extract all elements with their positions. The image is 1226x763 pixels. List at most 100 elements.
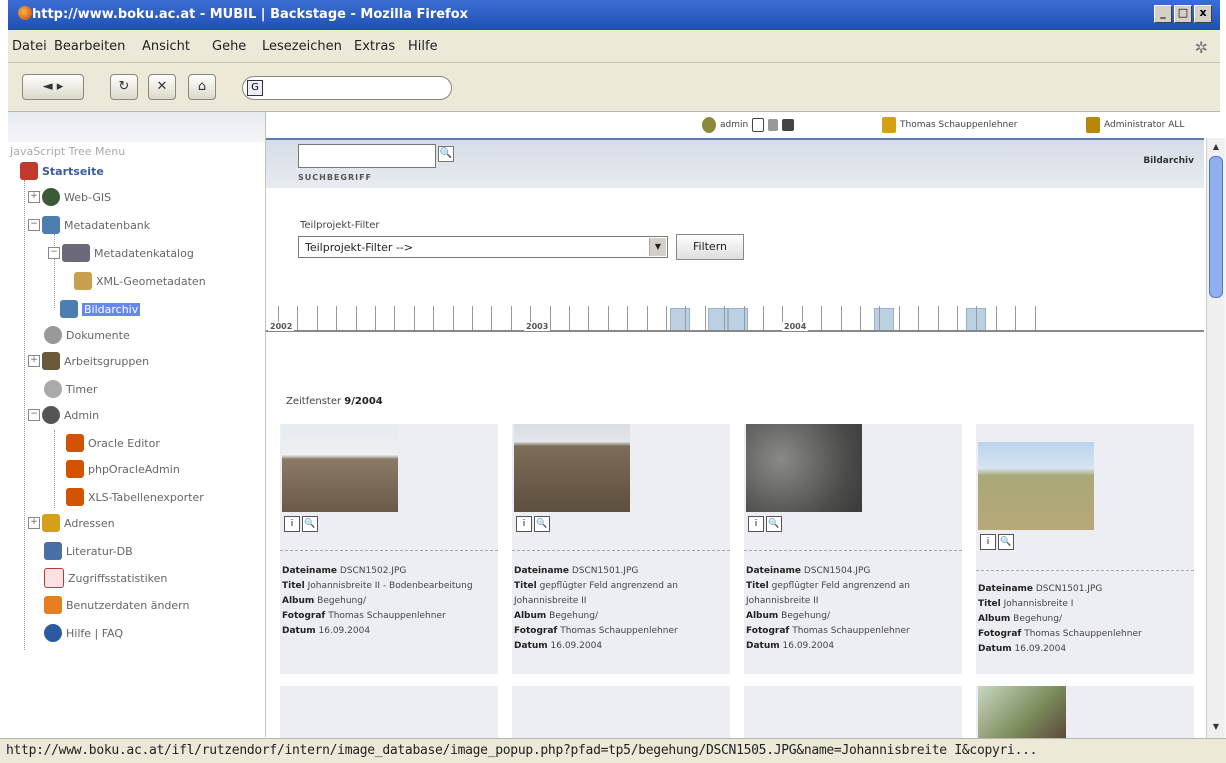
- divider: [280, 550, 498, 551]
- save-icon[interactable]: [782, 119, 795, 131]
- window-title: http://www.boku.ac.at - MUBIL | Backstag…: [32, 7, 469, 22]
- sidebar-item-oracle-editor[interactable]: Oracle Editor: [66, 434, 160, 452]
- date: 16.09.2004: [782, 641, 835, 651]
- filename: DSCN1501.JPG: [1035, 584, 1103, 594]
- scroll-down-icon[interactable]: ▼: [1209, 720, 1223, 734]
- timeline-tick: [491, 306, 492, 330]
- photo-thumbnail[interactable]: [746, 424, 862, 512]
- photo-thumbnail[interactable]: [514, 424, 630, 512]
- expand-icon[interactable]: +: [28, 355, 40, 367]
- info-icon[interactable]: i: [516, 516, 532, 532]
- vertical-scrollbar[interactable]: ▲ ▼: [1206, 138, 1225, 738]
- sidebar-item-bildarchiv[interactable]: Bildarchiv: [60, 300, 141, 318]
- sidebar-item-xls-tabellenexporter[interactable]: XLS-Tabellenexporter: [66, 488, 204, 506]
- home-button[interactable]: ⌂: [188, 74, 216, 100]
- menu-extras[interactable]: Extras: [354, 39, 395, 54]
- collapse-icon[interactable]: −: [28, 219, 40, 231]
- url-bar[interactable]: G: [242, 76, 452, 100]
- image-card: [744, 686, 962, 746]
- expand-icon[interactable]: +: [28, 517, 40, 529]
- scroll-up-icon[interactable]: ▲: [1209, 140, 1223, 154]
- sidebar-item-arbeitsgruppen[interactable]: + Arbeitsgruppen: [28, 352, 149, 370]
- title: Johannisbreite II - Bodenbearbeitung: [307, 581, 473, 591]
- menu-datei[interactable]: Datei: [12, 39, 47, 54]
- photo-thumbnail[interactable]: [282, 424, 398, 512]
- user-role: Administrator ALL: [1086, 117, 1184, 133]
- sidebar-item-startseite[interactable]: Startseite: [20, 162, 104, 180]
- sidebar-item-benutzerdaten[interactable]: Benutzerdaten ändern: [44, 596, 189, 614]
- filter-button[interactable]: Filtern: [676, 234, 744, 260]
- album: Begehung/: [781, 611, 830, 621]
- database-icon: [42, 216, 60, 234]
- scrollbar-thumb[interactable]: [1209, 156, 1223, 298]
- zoom-icon[interactable]: 🔍: [534, 516, 550, 532]
- menu-bearbeiten[interactable]: Bearbeiten: [54, 39, 125, 54]
- sidebar-item-adressen[interactable]: + Adressen: [28, 514, 115, 532]
- sidebar-item-admin[interactable]: − Admin: [28, 406, 99, 424]
- zoom-icon[interactable]: 🔍: [302, 516, 318, 532]
- timeline-active-month[interactable]: [728, 308, 748, 332]
- status-bar: http://www.boku.ac.at/ifl/rutzendorf/int…: [0, 738, 1226, 763]
- image-card: i 🔍 Dateiname DSCN1501.JPG Titel gepflüg…: [512, 424, 730, 674]
- stop-button[interactable]: ✕: [148, 74, 176, 100]
- edit-icon[interactable]: [768, 119, 779, 131]
- filename: DSCN1504.JPG: [803, 566, 871, 576]
- sidebar-item-xml-geometadaten[interactable]: XML-Geometadaten: [74, 272, 206, 290]
- title: gepflügter Feld angrenzend an Johannisbr…: [514, 581, 678, 606]
- image-card: [512, 686, 730, 746]
- timeline-tick: [763, 306, 764, 330]
- time-window: Zeitfenster 9/2004: [286, 396, 383, 407]
- collapse-icon[interactable]: −: [28, 409, 40, 421]
- menu-gehe[interactable]: Gehe: [212, 39, 246, 54]
- timeline-active-month[interactable]: [874, 308, 894, 332]
- zoom-icon[interactable]: 🔍: [766, 516, 782, 532]
- documents-icon: [44, 326, 62, 344]
- album: Begehung/: [1013, 614, 1062, 624]
- image-card: [280, 686, 498, 746]
- sidebar-item-metadatenbank[interactable]: − Metadatenbank: [28, 216, 150, 234]
- photo-thumbnail[interactable]: [978, 442, 1094, 530]
- menu-ansicht[interactable]: Ansicht: [142, 39, 190, 54]
- zoom-icon[interactable]: 🔍: [998, 534, 1014, 550]
- minimize-button[interactable]: _: [1154, 5, 1172, 23]
- window-controls: _ □ x: [1154, 5, 1212, 23]
- tree-guide-line: [24, 180, 25, 650]
- info-icon[interactable]: i: [284, 516, 300, 532]
- timeline-active-month[interactable]: [708, 308, 728, 332]
- search-input[interactable]: [298, 144, 436, 168]
- timeline-tick: [336, 306, 337, 330]
- sidebar-item-phporacleadmin[interactable]: phpOracleAdmin: [66, 460, 180, 478]
- reload-button[interactable]: ↻: [110, 74, 138, 100]
- timeline-tick: [414, 306, 415, 330]
- date: 16.09.2004: [318, 626, 371, 636]
- timeline-year: 2003: [524, 322, 551, 331]
- timeline-active-month[interactable]: [670, 308, 690, 332]
- project-filter-select[interactable]: Teilprojekt-Filter --> ▼: [298, 236, 668, 258]
- back-forward-button[interactable]: ◄ ▸: [22, 74, 84, 100]
- sidebar-item-zugriffsstatistiken[interactable]: Zugriffsstatistiken: [44, 568, 167, 588]
- maximize-button[interactable]: □: [1174, 5, 1192, 23]
- sidebar-item-hilfe-faq[interactable]: Hilfe | FAQ: [44, 624, 123, 642]
- sidebar-item-literatur-db[interactable]: Literatur-DB: [44, 542, 133, 560]
- search-icon[interactable]: 🔍: [438, 146, 454, 162]
- timeline-year: 2002: [268, 322, 295, 331]
- sidebar-item-web-gis[interactable]: + Web-GIS: [28, 188, 111, 206]
- info-icon[interactable]: i: [980, 534, 996, 550]
- sidebar-item-timer[interactable]: Timer: [44, 380, 97, 398]
- info-icon[interactable]: i: [748, 516, 764, 532]
- new-document-icon[interactable]: [752, 118, 765, 132]
- expand-icon[interactable]: +: [28, 191, 40, 203]
- tree-guide-line: [54, 430, 55, 508]
- sidebar-item-dokumente[interactable]: Dokumente: [44, 326, 130, 344]
- close-button[interactable]: x: [1194, 5, 1212, 23]
- filename: DSCN1502.JPG: [339, 566, 407, 576]
- date: 16.09.2004: [550, 641, 603, 651]
- filename: DSCN1501.JPG: [571, 566, 639, 576]
- menu-lesezeichen[interactable]: Lesezeichen: [262, 39, 342, 54]
- collapse-icon[interactable]: −: [48, 247, 60, 259]
- menu-hilfe[interactable]: Hilfe: [408, 39, 438, 54]
- photo-thumbnail[interactable]: [978, 686, 1066, 738]
- sidebar-item-metadatenkatalog[interactable]: − Metadatenkatalog: [48, 244, 194, 262]
- tree-menu-title: JavaScript Tree Menu: [10, 145, 126, 158]
- current-user: Thomas Schauppenlehner: [882, 117, 1017, 133]
